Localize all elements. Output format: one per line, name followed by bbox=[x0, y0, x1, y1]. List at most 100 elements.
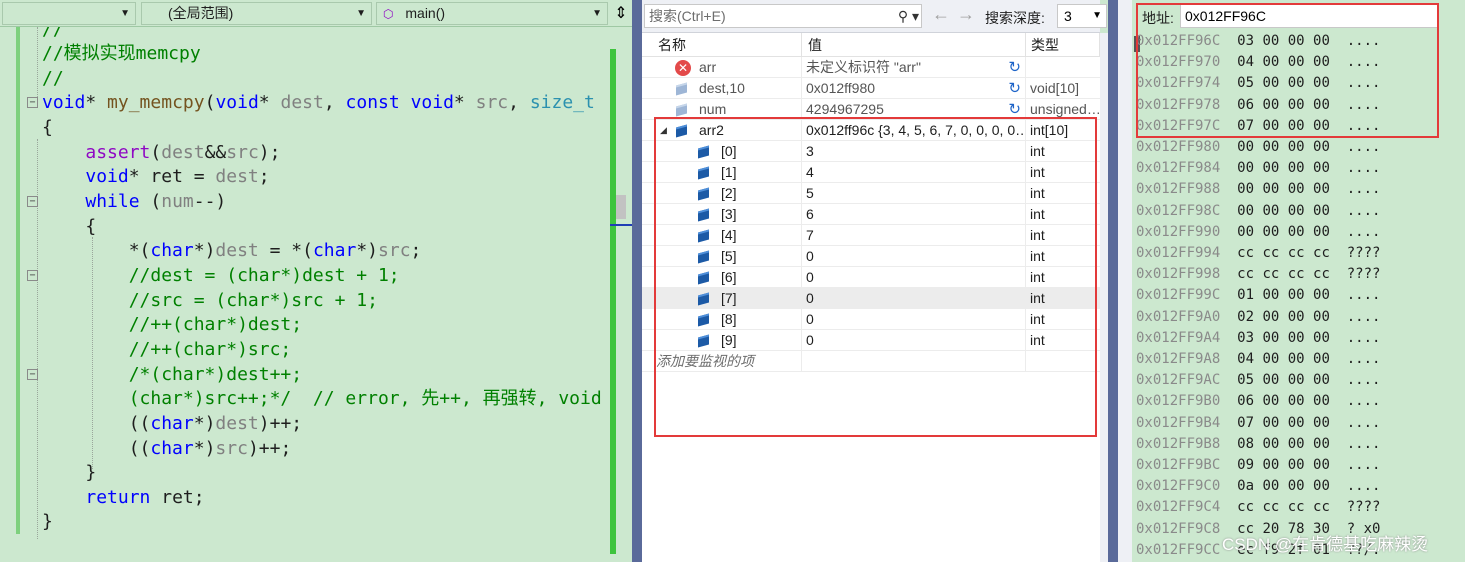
memory-row[interactable]: 0x012FF99C 01 00 00 00 .... bbox=[1136, 285, 1380, 306]
memory-gutter bbox=[1118, 0, 1132, 562]
watch-cell-value[interactable]: 0x012ff980 ↻ bbox=[802, 78, 1026, 99]
code-area[interactable]: − − − − // //模拟实现memcpy // void* my_memc… bbox=[0, 27, 610, 562]
refresh-icon[interactable]: ↻ bbox=[1008, 57, 1021, 78]
memory-ascii: .... bbox=[1346, 351, 1381, 367]
column-header-type[interactable]: 类型 bbox=[1026, 33, 1100, 57]
memory-ascii: .... bbox=[1346, 329, 1381, 346]
search-depth-value: 3 bbox=[1064, 8, 1072, 24]
memory-address: 0x012FF9C4 bbox=[1136, 499, 1221, 516]
memory-ascii: .... bbox=[1346, 181, 1381, 198]
memory-bytes: cc cc cc cc bbox=[1220, 266, 1347, 283]
memory-ascii: ???? bbox=[1346, 499, 1381, 516]
fold-toggle[interactable]: − bbox=[27, 196, 38, 207]
code-editor[interactable]: ▼ (全局范围) ▼ ⬡ main() ▼ ⇕ − − − − // //模拟实… bbox=[0, 0, 632, 562]
search-depth-dropdown[interactable]: 3 ▼ bbox=[1057, 4, 1107, 28]
memory-address: 0x012FF9A0 bbox=[1136, 308, 1221, 325]
memory-bytes: cc cc cc cc bbox=[1220, 245, 1347, 261]
method-icon: ⬡ bbox=[383, 7, 394, 21]
watermark: CSDN @在肯德基吃麻辣烫 bbox=[1222, 535, 1429, 554]
memory-row[interactable]: 0x012FF984 00 00 00 00 .... bbox=[1136, 158, 1380, 179]
watch-search-input[interactable]: 搜索(Ctrl+E) ⚲ ▾ bbox=[644, 4, 922, 28]
memory-ascii: .... bbox=[1346, 457, 1381, 473]
memory-row[interactable]: 0x012FF9A4 03 00 00 00 .... bbox=[1136, 328, 1380, 349]
code-line: //dest = (char*)dest + 1; bbox=[42, 265, 400, 286]
watch-toolbar: 搜索(Ctrl+E) ⚲ ▾ ← → 搜索深度: 3 ▼ bbox=[642, 0, 1107, 33]
memory-row[interactable]: 0x012FF9B0 06 00 00 00 .... bbox=[1136, 391, 1380, 412]
memory-bytes: 08 00 00 00 bbox=[1220, 435, 1347, 452]
memory-address: 0x012FF9B4 bbox=[1136, 414, 1221, 431]
memory-row[interactable]: 0x012FF9B8 08 00 00 00 .... bbox=[1136, 434, 1380, 455]
change-bar bbox=[16, 27, 20, 534]
memory-bytes: 09 00 00 00 bbox=[1220, 457, 1347, 473]
memory-row[interactable]: 0x012FF998 cc cc cc cc ???? bbox=[1136, 264, 1380, 285]
memory-address: 0x012FF99C bbox=[1136, 287, 1221, 304]
highlight-box-memory bbox=[1136, 3, 1439, 138]
fold-toggle[interactable]: − bbox=[27, 270, 38, 281]
memory-row[interactable]: 0x012FF9A8 04 00 00 00 .... bbox=[1136, 349, 1380, 370]
code-line: //++(char*)dest; bbox=[42, 314, 303, 335]
memory-row[interactable]: 0x012FF9B4 07 00 00 00 .... bbox=[1136, 413, 1380, 434]
memory-ascii: .... bbox=[1346, 202, 1381, 219]
project-dropdown[interactable]: ▼ bbox=[2, 2, 136, 25]
watch-cell-type: void[10] bbox=[1030, 80, 1080, 96]
watch-row[interactable]: dest,10 0x012ff980 ↻ void[10] bbox=[642, 78, 1100, 99]
scrollbar-thumb[interactable] bbox=[616, 195, 626, 219]
memory-bytes: 0a 00 00 00 bbox=[1220, 478, 1347, 495]
memory-row[interactable]: 0x012FF9C0 0a 00 00 00 .... bbox=[1136, 476, 1380, 497]
memory-row[interactable]: 0x012FF9BC 09 00 00 00 .... bbox=[1136, 455, 1380, 476]
watch-cell-name[interactable]: dest,10 bbox=[642, 78, 802, 99]
error-icon: ✕ bbox=[675, 60, 691, 76]
memory-row[interactable]: 0x012FF9C4 cc cc cc cc ???? bbox=[1136, 497, 1380, 518]
memory-bytes: 05 00 00 00 bbox=[1220, 372, 1347, 389]
memory-ascii: .... bbox=[1346, 372, 1381, 389]
memory-address: 0x012FF98C bbox=[1136, 202, 1221, 219]
chevron-down-icon: ▼ bbox=[356, 8, 366, 19]
watch-cell-value[interactable]: 未定义标识符 "arr" ↻ bbox=[802, 57, 1026, 78]
column-header-name[interactable]: 名称 bbox=[642, 33, 802, 57]
memory-row[interactable]: 0x012FF988 00 00 00 00 .... bbox=[1136, 179, 1380, 200]
watch-row[interactable]: ✕ arr 未定义标识符 "arr" ↻ bbox=[642, 57, 1100, 78]
split-icon[interactable]: ⇕ bbox=[610, 0, 632, 27]
memory-address: 0x012FF9CC bbox=[1136, 541, 1221, 558]
refresh-icon[interactable]: ↻ bbox=[1008, 78, 1021, 99]
code-line: // bbox=[42, 27, 64, 40]
code-line: (char*)src++;*/ // error, 先++, 再强转, void bbox=[42, 388, 602, 409]
memory-row[interactable]: 0x012FF9AC 05 00 00 00 .... bbox=[1136, 370, 1380, 391]
memory-row[interactable]: 0x012FF990 00 00 00 00 .... bbox=[1136, 222, 1380, 243]
code-line: // bbox=[42, 68, 64, 89]
memory-ascii: .... bbox=[1346, 223, 1381, 240]
memory-row[interactable]: 0x012FF980 00 00 00 00 .... bbox=[1136, 137, 1380, 158]
watch-scrollbar[interactable] bbox=[1100, 33, 1108, 562]
code-line: } bbox=[42, 511, 53, 532]
watch-cell-type bbox=[1026, 57, 1100, 78]
column-header-value[interactable]: 值 bbox=[802, 33, 1026, 57]
chevron-down-icon: ▼ bbox=[1092, 10, 1102, 21]
function-dropdown[interactable]: ⬡ main() ▼ bbox=[376, 2, 608, 25]
editor-scrollbar[interactable] bbox=[610, 27, 632, 562]
memory-bytes: 07 00 00 00 bbox=[1220, 414, 1347, 431]
chevron-down-icon: ▼ bbox=[120, 8, 130, 19]
memory-bytes: 00 00 00 00 bbox=[1220, 139, 1347, 155]
memory-address: 0x012FF9BC bbox=[1136, 457, 1221, 473]
memory-ascii: .... bbox=[1346, 393, 1381, 410]
memory-ascii: .... bbox=[1346, 435, 1381, 452]
scope-dropdown[interactable]: (全局范围) ▼ bbox=[141, 2, 372, 25]
memory-row[interactable]: 0x012FF994 cc cc cc cc ???? bbox=[1136, 243, 1380, 264]
memory-ascii: .... bbox=[1346, 478, 1381, 495]
code-line: //++(char*)src; bbox=[42, 339, 292, 360]
fold-toggle[interactable]: − bbox=[27, 369, 38, 380]
arrow-right-icon[interactable]: → bbox=[957, 4, 975, 25]
memory-bytes: 02 00 00 00 bbox=[1220, 308, 1347, 325]
watch-cell-name[interactable]: ✕ arr bbox=[642, 57, 802, 78]
arrow-left-icon[interactable]: ← bbox=[932, 4, 950, 25]
fold-toggle[interactable]: − bbox=[27, 97, 38, 108]
search-icon: ⚲ ▾ bbox=[897, 8, 919, 24]
code-line: *(char*)dest = *(char*)src; bbox=[42, 240, 422, 261]
memory-row[interactable]: 0x012FF9A0 02 00 00 00 .... bbox=[1136, 307, 1380, 328]
code-line: //src = (char*)src + 1; bbox=[42, 290, 378, 311]
editor-nav-bar: ▼ (全局范围) ▼ ⬡ main() ▼ bbox=[0, 0, 632, 27]
scrollbar-change-marker bbox=[610, 49, 616, 554]
pane-splitter[interactable] bbox=[632, 0, 642, 562]
variable-icon bbox=[676, 103, 687, 117]
memory-row[interactable]: 0x012FF98C 00 00 00 00 .... bbox=[1136, 201, 1380, 222]
